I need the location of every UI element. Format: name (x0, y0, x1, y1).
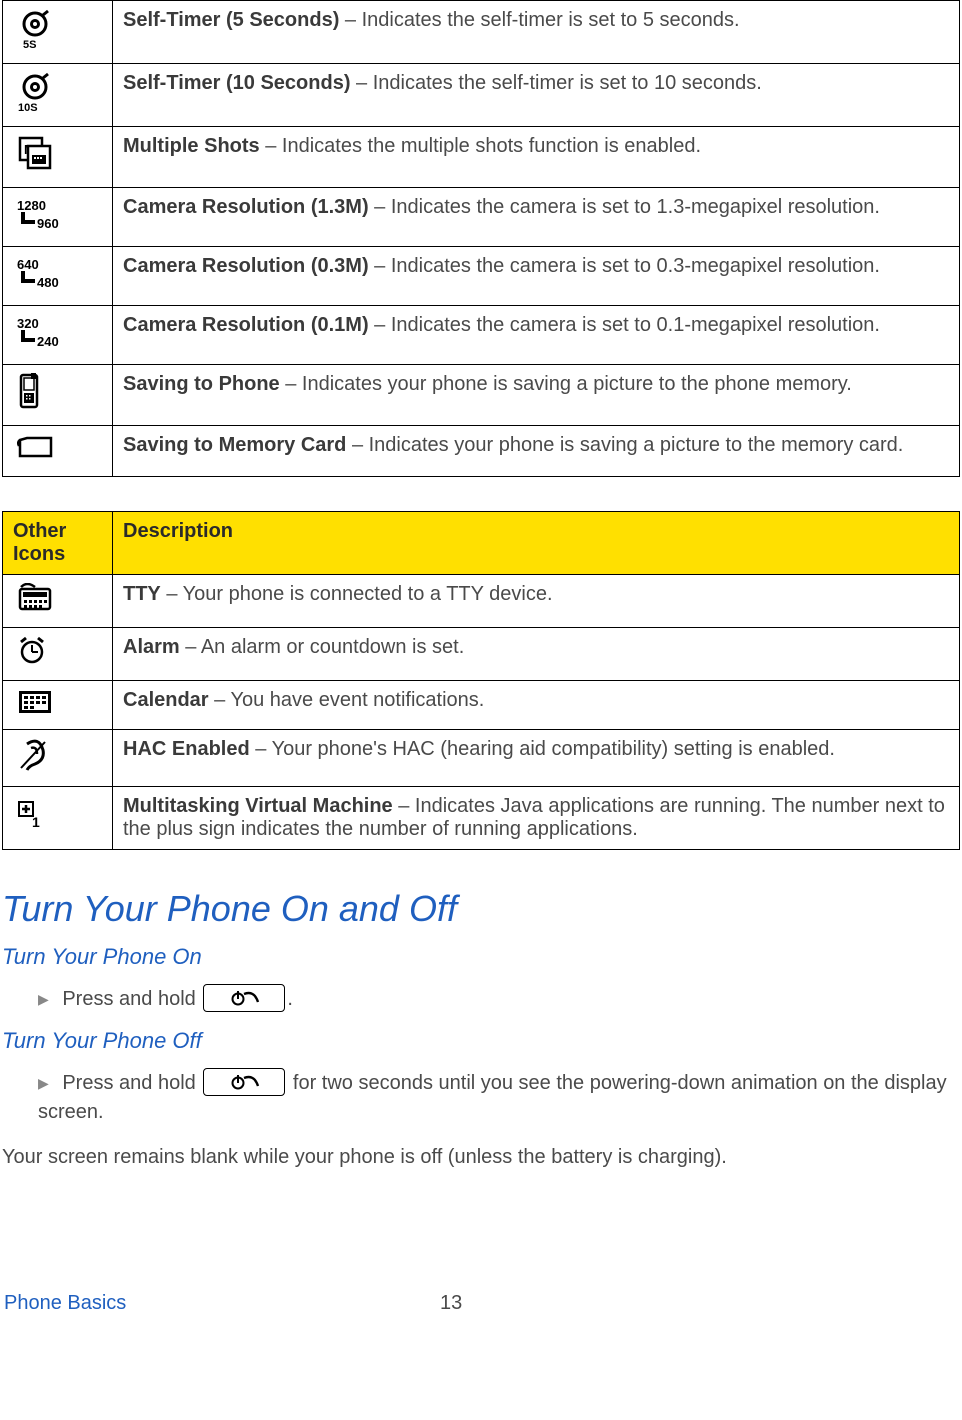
svg-text:960: 960 (37, 216, 59, 231)
multishot-icon: M (3, 127, 113, 188)
step-bullet-icon: ▶ (38, 991, 49, 1007)
table-row: 5S Self-Timer (5 Seconds) – Indicates the… (3, 1, 960, 64)
description-cell: Multiple Shots – Indicates the multiple … (113, 127, 960, 188)
footer-page-number: 13 (440, 1292, 462, 1315)
description-cell: Calendar – You have event notifications. (113, 681, 960, 730)
res13-icon: 1280 960 (3, 188, 113, 247)
svg-text:320: 320 (17, 316, 39, 331)
note-paragraph: Your screen remains blank while your pho… (2, 1143, 960, 1172)
power-key-icon (203, 984, 285, 1012)
mvm-icon: 1 (3, 787, 113, 850)
icon-term: Multiple Shots (123, 135, 260, 157)
icon-term: Camera Resolution (0.1M) (123, 314, 369, 336)
icon-term: Multitasking Virtual Machine (123, 795, 393, 817)
footer-section-name: Phone Basics (4, 1292, 126, 1315)
icon-term: Camera Resolution (1.3M) (123, 196, 369, 218)
icon-description: – Your phone is connected to a TTY devic… (161, 583, 553, 605)
icon-term: Alarm (123, 636, 180, 658)
save-card-icon (3, 426, 113, 477)
svg-text:5S: 5S (23, 39, 36, 49)
description-cell: Self-Timer (5 Seconds) – Indicates the s… (113, 1, 960, 64)
table-row: 10S Self-Timer (10 Seconds) – Indicates t… (3, 64, 960, 127)
other-icons-header-right: Description (113, 512, 960, 575)
timer5-icon: 5S (3, 1, 113, 64)
table-row: Calendar – You have event notifications. (3, 681, 960, 730)
icon-description: – Indicates the camera is set to 0.3-meg… (369, 255, 880, 277)
step-text-suffix: . (287, 988, 293, 1010)
icon-term: Camera Resolution (0.3M) (123, 255, 369, 277)
table-row: 640480Camera Resolution (0.3M) – Indicat… (3, 247, 960, 306)
icon-description: – Indicates the self-timer is set to 10 … (350, 72, 761, 94)
icon-description: – Indicates the multiple shots function … (260, 135, 701, 157)
description-cell: Saving to Phone – Indicates your phone i… (113, 365, 960, 426)
description-cell: Camera Resolution (0.3M) – Indicates the… (113, 247, 960, 306)
description-cell: Multitasking Virtual Machine – Indicates… (113, 787, 960, 850)
other-icons-header-left: Other Icons (3, 512, 113, 575)
section-heading-turn-on-off: Turn Your Phone On and Off (2, 888, 962, 930)
step-bullet-icon: ▶ (38, 1075, 49, 1091)
res03-icon: 640480 (3, 247, 113, 306)
icon-description: – Indicates your phone is saving a pictu… (280, 373, 852, 395)
camera-icons-table: 5S Self-Timer (5 Seconds) – Indicates the… (2, 0, 960, 477)
svg-text:1: 1 (32, 814, 40, 830)
table-row: MMultiple Shots – Indicates the multiple… (3, 127, 960, 188)
table-row: Saving to Phone – Indicates your phone i… (3, 365, 960, 426)
icon-term: Saving to Phone (123, 373, 280, 395)
tty-icon (3, 575, 113, 628)
step-turn-off: ▶ Press and hold for two seconds until y… (38, 1068, 962, 1127)
icon-term: Saving to Memory Card (123, 434, 346, 456)
save-phone-icon (3, 365, 113, 426)
icon-term: Self-Timer (10 Seconds) (123, 72, 350, 94)
power-key-icon (203, 1068, 285, 1096)
step-text: Press and hold (62, 1072, 201, 1094)
other-icons-table: Other Icons Description TTY – Your phone… (2, 511, 960, 850)
icon-description: – Indicates the camera is set to 1.3-meg… (369, 196, 880, 218)
description-cell: Self-Timer (10 Seconds) – Indicates the … (113, 64, 960, 127)
icon-description: – Indicates the camera is set to 0.1-meg… (369, 314, 880, 336)
table-row: 320240Camera Resolution (0.1M) – Indicat… (3, 306, 960, 365)
svg-text:480: 480 (37, 275, 59, 290)
icon-term: HAC Enabled (123, 738, 250, 760)
icon-term: Calendar (123, 689, 209, 711)
description-cell: Saving to Memory Card – Indicates your p… (113, 426, 960, 477)
description-cell: Camera Resolution (0.1M) – Indicates the… (113, 306, 960, 365)
icon-description: – An alarm or countdown is set. (180, 636, 465, 658)
svg-text:1280: 1280 (17, 198, 46, 213)
description-cell: Alarm – An alarm or countdown is set. (113, 628, 960, 681)
hac-icon (3, 730, 113, 787)
subheading-turn-off: Turn Your Phone Off (2, 1028, 962, 1054)
subheading-turn-on: Turn Your Phone On (2, 944, 962, 970)
table-row: 1 Multitasking Virtual Machine – Indicate… (3, 787, 960, 850)
icon-description: – Indicates your phone is saving a pictu… (346, 434, 903, 456)
res01-icon: 320240 (3, 306, 113, 365)
timer10-icon: 10S (3, 64, 113, 127)
svg-text:240: 240 (37, 334, 59, 349)
icon-term: Self-Timer (5 Seconds) (123, 9, 339, 31)
description-cell: HAC Enabled – Your phone's HAC (hearing … (113, 730, 960, 787)
icon-description: – Your phone's HAC (hearing aid compatib… (250, 738, 835, 760)
icon-description: – You have event notifications. (209, 689, 485, 711)
table-row: HAC Enabled – Your phone's HAC (hearing … (3, 730, 960, 787)
icon-description: – Indicates the self-timer is set to 5 s… (339, 9, 739, 31)
table-row: Alarm – An alarm or countdown is set. (3, 628, 960, 681)
svg-text:10S: 10S (18, 102, 38, 112)
table-row: TTY – Your phone is connected to a TTY d… (3, 575, 960, 628)
table-row: Saving to Memory Card – Indicates your p… (3, 426, 960, 477)
icon-term: TTY (123, 583, 161, 605)
table-row: 1280 960 Camera Resolution (1.3M) – Indica… (3, 188, 960, 247)
calendar-icon (3, 681, 113, 730)
alarm-icon (3, 628, 113, 681)
step-turn-on: ▶ Press and hold . (38, 984, 962, 1014)
description-cell: TTY – Your phone is connected to a TTY d… (113, 575, 960, 628)
svg-text:640: 640 (17, 257, 39, 272)
step-text: Press and hold (62, 988, 201, 1010)
description-cell: Camera Resolution (1.3M) – Indicates the… (113, 188, 960, 247)
